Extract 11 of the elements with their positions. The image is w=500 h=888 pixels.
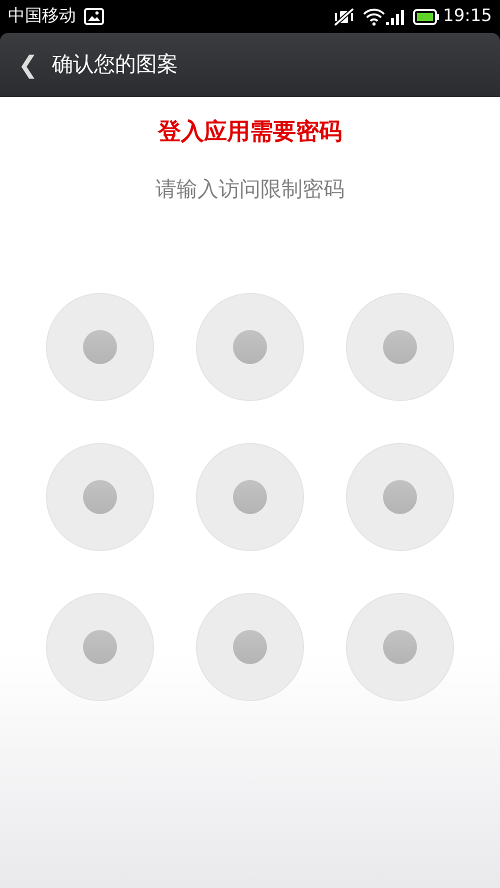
wifi-icon bbox=[363, 8, 385, 26]
carrier-name: 中国移动 bbox=[8, 4, 76, 28]
picture-notification-icon bbox=[84, 8, 104, 25]
clock-time: 19:15 bbox=[443, 4, 492, 28]
back-button[interactable]: ❮ bbox=[0, 53, 52, 77]
screen-title: 确认您的图案 bbox=[52, 51, 178, 78]
prompt-title: 登入应用需要密码 bbox=[158, 118, 342, 147]
prompt-subtitle: 请输入访问限制密码 bbox=[156, 176, 344, 202]
vibrate-muted-icon bbox=[333, 8, 355, 26]
battery-icon bbox=[413, 8, 439, 24]
signal-icon bbox=[385, 8, 405, 24]
